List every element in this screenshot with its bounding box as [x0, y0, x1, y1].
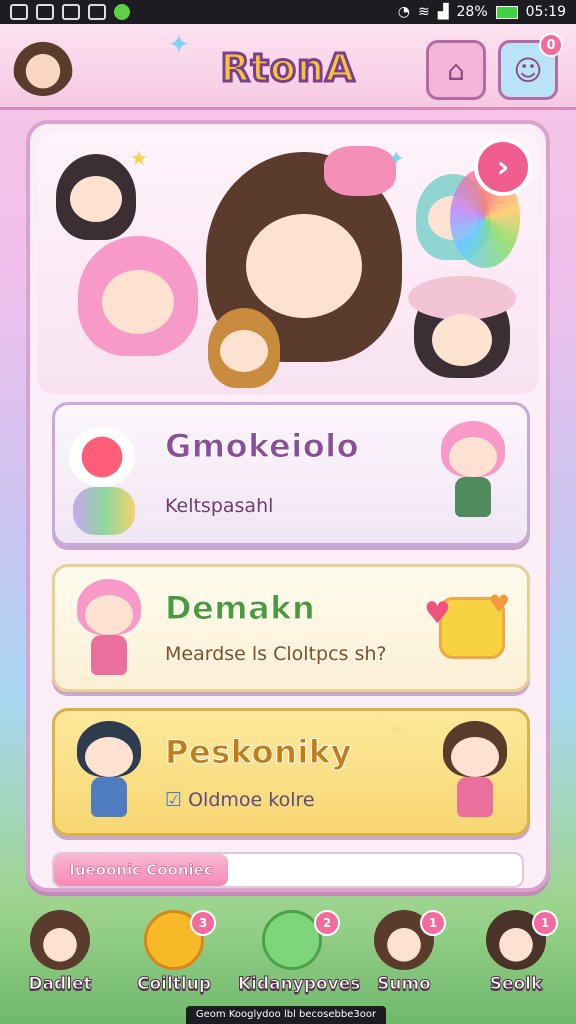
footer-tab-bar: Iueoonic Cooniec	[52, 852, 524, 888]
bag-icon: ☺	[513, 53, 543, 87]
nav-label: Dadlet	[28, 974, 92, 995]
game-icon	[88, 4, 106, 20]
sparkle-icon: ✦	[168, 30, 190, 60]
fruit-icon	[69, 427, 135, 487]
character-beret	[408, 276, 516, 378]
chevron-right-icon: ›	[496, 149, 510, 185]
character-dark-hair	[56, 154, 136, 240]
nav-badge: 1	[420, 910, 446, 936]
nav-item-coiltlup[interactable]: 3 Coiltlup	[124, 900, 224, 1006]
card-subtitle: Keltspasahl	[165, 495, 274, 517]
status-bar: ◔ ≋ ▟ 28% 05:19	[0, 0, 576, 24]
signal-icon: ▟	[437, 4, 449, 20]
gallery-icon	[10, 4, 28, 20]
next-button[interactable]: ›	[474, 138, 532, 196]
home-icon: ⌂	[447, 53, 465, 87]
card-character	[69, 721, 149, 821]
checkbox-icon[interactable]: ☑	[165, 789, 182, 811]
service-icon	[114, 4, 130, 20]
clock: 05:19	[525, 4, 566, 20]
card-title: Demakn	[164, 589, 316, 628]
nav-label: Kidanypoves	[238, 974, 361, 995]
character-blonde	[208, 308, 280, 388]
character-pink-hair	[78, 236, 198, 356]
nav-label: Seolk	[489, 974, 543, 995]
alarm-icon: ◔	[397, 4, 410, 20]
nav-label: Sumo	[377, 974, 432, 995]
bottom-navigation: Dadlet 3 Coiltlup 2 Kidanypoves 1 Sumo 1…	[0, 900, 576, 1006]
nav-label: Coiltlup	[136, 974, 212, 995]
app-icon	[62, 4, 80, 20]
battery-icon	[495, 5, 518, 19]
inventory-button[interactable]: ☺ 0	[498, 33, 563, 100]
nav-item-kidanypoves[interactable]: 2 Kidanypoves	[238, 900, 361, 1006]
menu-card-1[interactable]: Gmokeiolo Keltspasahl	[52, 402, 530, 546]
character-icon	[30, 910, 90, 970]
main-panel: ★ ✦ › Gmokeiolo Keltspasahl Demakn Meard…	[26, 120, 550, 892]
card-subtitle-row: ☑ Oldmoe kolre	[165, 789, 315, 811]
game-logo: RtonA	[219, 45, 356, 92]
nav-badge: 1	[532, 910, 558, 936]
nav-badge: 3	[190, 910, 216, 936]
top-header: ✦ RtonA ⌂ ☺ 0	[0, 24, 576, 110]
home-button[interactable]: ⌂	[426, 40, 486, 100]
sparkle-icon: ✦	[388, 146, 405, 170]
nav-item-seolk[interactable]: 1 Seolk	[466, 900, 566, 1006]
player-avatar[interactable]	[12, 34, 74, 96]
sparkle-icon: ✦	[387, 717, 408, 745]
card-title: Gmokeiolo	[164, 427, 360, 466]
nav-item-sumo[interactable]: 1 Sumo	[354, 900, 454, 1006]
nav-item-dadlet[interactable]: Dadlet	[10, 900, 110, 1006]
battery-text: 28%	[456, 4, 488, 20]
card-subtitle: Oldmoe kolre	[188, 789, 315, 811]
wifi-icon: ≋	[418, 4, 430, 20]
hearts-icon: ♥ ♥	[424, 590, 510, 659]
card-character	[435, 721, 515, 821]
star-icon: ★	[130, 146, 148, 170]
card-character	[69, 579, 149, 679]
menu-card-3[interactable]: Peskoniky ☑ Oldmoe kolre ✦	[52, 708, 530, 836]
notification-badge: 0	[539, 33, 563, 57]
menu-card-2[interactable]: Demakn Meardse ls Cloltpcs sh? ♥ ♥	[52, 564, 530, 692]
card-subtitle: Meardse ls Cloltpcs sh?	[165, 643, 387, 665]
nav-badge: 2	[314, 910, 340, 936]
card-character	[433, 421, 513, 521]
card-title: Peskoniky	[165, 733, 353, 772]
bottom-caption: Geom Kooglydoo lbl becosebbe3oor	[186, 1006, 386, 1024]
footer-tab-button[interactable]: Iueoonic Cooniec	[54, 854, 228, 886]
potion-icon	[73, 487, 135, 535]
hero-banner[interactable]: ★ ✦ ›	[38, 132, 538, 394]
frog-icon	[262, 910, 322, 970]
cast-icon	[36, 4, 54, 20]
